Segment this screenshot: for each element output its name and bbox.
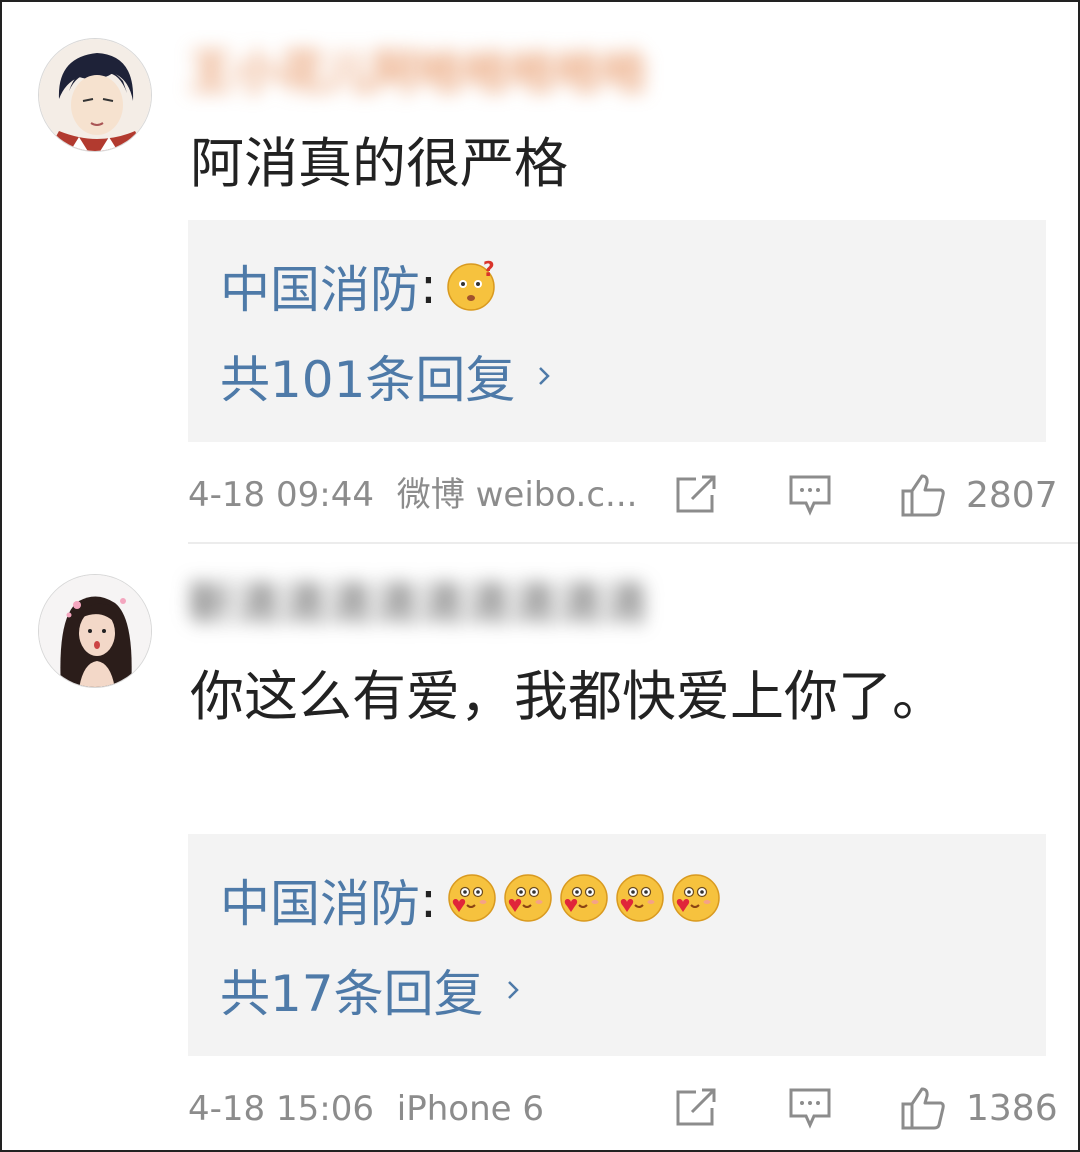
reply-button[interactable] bbox=[788, 1080, 832, 1136]
comment-list: 王小花儿阿哈哈哈哈哈 阿消真的很严格 中国消防 : ? 共101条回复 4-18… bbox=[0, 0, 1080, 1152]
avatar-image bbox=[39, 575, 151, 687]
comment-item: 靳清清清清清清清清清 你这么有爱，我都快爱上你了。 中国消防 : 共17条回复 … bbox=[2, 544, 1078, 1150]
comment-time: 4-18 09:44 bbox=[188, 475, 374, 515]
love-emoji-icon bbox=[672, 874, 720, 922]
reply-preview[interactable]: 中国消防 : 共17条回复 bbox=[188, 834, 1046, 1056]
thumbs-up-icon bbox=[901, 1087, 945, 1130]
like-button[interactable]: 1386 bbox=[900, 1080, 1058, 1136]
reply-button[interactable] bbox=[788, 467, 832, 523]
reply-line: 中国消防 : ? bbox=[220, 254, 501, 319]
comment-text: 阿消真的很严格 bbox=[190, 132, 568, 195]
emoji-group bbox=[445, 872, 725, 928]
comment-icon bbox=[789, 1088, 831, 1129]
reply-colon: : bbox=[420, 257, 437, 315]
reply-preview[interactable]: 中国消防 : ? 共101条回复 bbox=[188, 220, 1046, 442]
chevron-right-icon bbox=[539, 367, 551, 385]
chevron-right-icon bbox=[507, 981, 519, 999]
love-emoji-icon bbox=[504, 874, 552, 922]
comment-source: iPhone 6 bbox=[396, 1089, 544, 1129]
username[interactable]: 王小花儿阿哈哈哈哈哈 bbox=[188, 42, 648, 102]
avatar[interactable] bbox=[38, 574, 152, 688]
reply-colon: : bbox=[420, 871, 437, 929]
love-emoji-icon bbox=[448, 874, 496, 922]
love-emoji-icon bbox=[616, 874, 664, 922]
comment-time: 4-18 15:06 bbox=[188, 1089, 374, 1129]
reply-count-label: 共17条回复 bbox=[220, 965, 484, 1023]
comment-item: 王小花儿阿哈哈哈哈哈 阿消真的很严格 中国消防 : ? 共101条回复 4-18… bbox=[2, 2, 1078, 542]
comment-meta: 4-18 09:44 微博 weibo.c... bbox=[188, 470, 649, 520]
like-button[interactable]: 2807 bbox=[900, 467, 1058, 523]
avatar[interactable] bbox=[38, 38, 152, 152]
share-icon bbox=[676, 1088, 716, 1126]
share-button[interactable] bbox=[674, 467, 718, 523]
thumbs-up-icon bbox=[901, 474, 945, 517]
comment-text: 你这么有爱，我都快爱上你了。 bbox=[190, 665, 946, 728]
reply-count-link[interactable]: 共17条回复 bbox=[220, 958, 524, 1023]
comment-meta: 4-18 15:06 iPhone 6 bbox=[188, 1084, 556, 1134]
love-emoji-icon bbox=[560, 874, 608, 922]
share-button[interactable] bbox=[674, 1080, 718, 1136]
like-count: 2807 bbox=[966, 474, 1058, 516]
reply-line: 中国消防 : bbox=[220, 868, 725, 933]
avatar-image bbox=[39, 39, 151, 151]
confused-emoji-icon: ? bbox=[447, 260, 495, 311]
reply-author[interactable]: 中国消防 bbox=[220, 250, 420, 322]
username[interactable]: 靳清清清清清清清清清 bbox=[188, 574, 648, 634]
comment-icon bbox=[789, 475, 831, 516]
comment-source: 微博 weibo.c... bbox=[396, 475, 638, 515]
share-icon bbox=[676, 475, 716, 513]
like-count: 1386 bbox=[966, 1087, 1058, 1129]
reply-count-link[interactable]: 共101条回复 bbox=[220, 344, 555, 409]
svg-text:?: ? bbox=[483, 260, 495, 281]
reply-author[interactable]: 中国消防 bbox=[220, 864, 420, 936]
reply-count-label: 共101条回复 bbox=[220, 351, 516, 409]
